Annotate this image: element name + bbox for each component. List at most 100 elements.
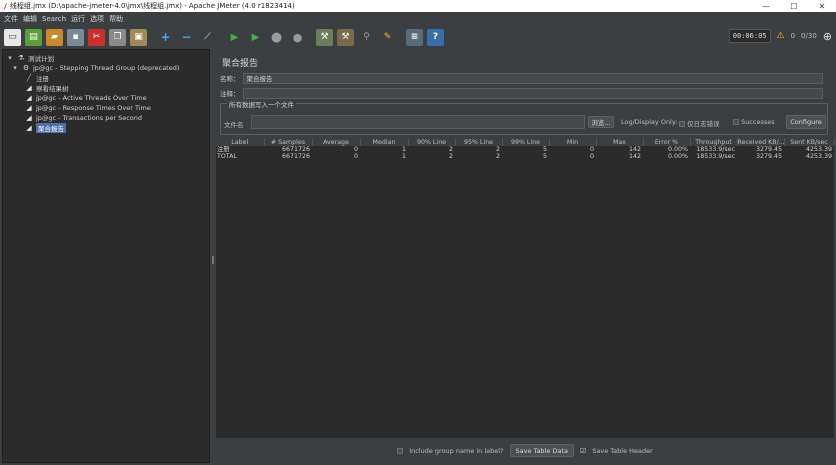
cell-throughput: 18533.9/sec bbox=[696, 153, 735, 160]
cell-received: 3279.45 bbox=[755, 153, 782, 160]
maximize-button[interactable]: ☐ bbox=[780, 2, 808, 11]
stop-icon[interactable]: ● bbox=[268, 28, 285, 46]
col-median[interactable]: Median bbox=[360, 138, 409, 146]
cut-icon[interactable]: ✂ bbox=[88, 28, 105, 46]
save-icon[interactable]: ▪ bbox=[67, 28, 84, 46]
cell-throughput: 18533.9/sec bbox=[696, 146, 735, 153]
col-95-line[interactable]: 95% Line bbox=[455, 138, 503, 146]
start-no-pauses-icon[interactable]: ▶ bbox=[247, 28, 264, 46]
table-actions-bar: Include group name in label? Save Table … bbox=[216, 438, 834, 463]
include-group-checkbox[interactable] bbox=[397, 447, 404, 454]
table-header-row: Label # Samples Average Median 90% Line … bbox=[216, 138, 835, 146]
clear-icon[interactable]: ⚒ bbox=[316, 28, 333, 46]
save-header-checkbox[interactable]: ☑ bbox=[580, 447, 586, 455]
menu-help[interactable]: 帮助 bbox=[109, 14, 123, 24]
copy-icon[interactable]: ❐ bbox=[109, 28, 126, 46]
window-titlebar: / 线程组.jmx (D:\apache-jmeter-4.0\jmx\线程组.… bbox=[0, 0, 836, 12]
cell-99-line: 5 bbox=[542, 153, 547, 160]
col-received[interactable]: Received KB/... bbox=[737, 138, 785, 146]
clear-all-icon[interactable]: ⚒ bbox=[337, 28, 354, 46]
errors-checkbox[interactable] bbox=[679, 121, 685, 127]
col-min[interactable]: Min bbox=[549, 138, 597, 146]
function-helper-icon[interactable]: ≡ bbox=[406, 28, 423, 46]
table-row[interactable]: TOTAL 6671726 0 1 2 2 5 0 142 0.00% 1853… bbox=[216, 153, 834, 160]
tree-item-response-times[interactable]: ◢ jp@gc - Response Times Over Time bbox=[25, 103, 151, 113]
listener-icon: ◢ bbox=[26, 124, 32, 132]
configure-button[interactable]: Configure bbox=[786, 115, 826, 129]
cell-average: 0 bbox=[353, 153, 358, 160]
search-icon[interactable]: ⚲ bbox=[358, 28, 375, 46]
tree-item-test-plan[interactable]: ▾ ⚗ 测试计划 bbox=[6, 53, 54, 63]
cell-max: 142 bbox=[628, 146, 641, 153]
new-icon[interactable]: ▭ bbox=[4, 28, 21, 46]
name-label: 名称： bbox=[220, 75, 240, 83]
cell-error: 0.00% bbox=[667, 153, 688, 160]
cell-average: 0 bbox=[353, 146, 358, 153]
listener-icon: ◢ bbox=[26, 114, 32, 122]
start-icon[interactable]: ▶ bbox=[226, 28, 243, 46]
successes-checkbox[interactable] bbox=[733, 119, 739, 125]
collapse-icon[interactable]: − bbox=[178, 28, 195, 46]
help-icon[interactable]: ? bbox=[427, 28, 444, 46]
expand-arrow-icon[interactable]: ▾ bbox=[11, 64, 19, 72]
tree-item-aggregate-report[interactable]: ◢ 聚合报告 bbox=[25, 123, 66, 133]
templates-icon[interactable]: ▤ bbox=[25, 28, 42, 46]
successes-option[interactable]: Successes bbox=[733, 118, 775, 126]
elapsed-timer: 00:06:05 bbox=[728, 29, 771, 43]
col-label[interactable]: Label bbox=[216, 138, 265, 146]
menu-run[interactable]: 运行 bbox=[71, 14, 85, 24]
filename-label: 文件名 bbox=[224, 121, 244, 129]
listener-icon: ◢ bbox=[26, 94, 32, 102]
tree-item-thread-group[interactable]: ▾ ⚙ jp@gc - Stepping Thread Group (depre… bbox=[11, 63, 179, 73]
errors-only-option[interactable]: 仅日志错误 bbox=[679, 118, 720, 128]
close-button[interactable]: ✕ bbox=[808, 2, 836, 11]
tree-item-results-tree[interactable]: ◢ 察看结果树 bbox=[25, 83, 68, 93]
cell-label: TOTAL bbox=[217, 153, 237, 160]
col-samples[interactable]: # Samples bbox=[264, 138, 313, 146]
reset-search-icon[interactable]: ✎ bbox=[379, 28, 396, 46]
comment-input[interactable] bbox=[242, 87, 823, 99]
menu-file[interactable]: 文件 bbox=[4, 14, 18, 24]
remote-start-icon[interactable]: ⊕ bbox=[823, 30, 832, 43]
divider-grip[interactable] bbox=[212, 256, 214, 264]
menu-options[interactable]: 选项 bbox=[90, 14, 104, 24]
sampler-icon: ╱ bbox=[26, 74, 32, 82]
tree-item-active-threads[interactable]: ◢ jp@gc - Active Threads Over Time bbox=[25, 93, 146, 103]
paste-icon[interactable]: ▣ bbox=[130, 28, 147, 46]
test-plan-icon: ⚗ bbox=[17, 54, 25, 62]
col-90-line[interactable]: 90% Line bbox=[408, 138, 456, 146]
menu-search[interactable]: Search bbox=[42, 15, 66, 23]
menu-edit[interactable]: 编辑 bbox=[23, 14, 37, 24]
log-display-label: Log/Display Only: bbox=[621, 118, 678, 126]
panel-title: 聚合报告 bbox=[222, 59, 259, 69]
warning-icon[interactable]: ⚠ bbox=[777, 31, 785, 41]
col-max[interactable]: Max bbox=[596, 138, 644, 146]
minimize-button[interactable]: — bbox=[752, 2, 780, 11]
shutdown-icon[interactable]: ● bbox=[289, 28, 306, 46]
cell-median: 1 bbox=[401, 146, 406, 153]
browse-button[interactable]: 浏览... bbox=[588, 116, 614, 128]
col-average[interactable]: Average bbox=[312, 138, 361, 146]
jmeter-feather-icon: / bbox=[4, 1, 7, 11]
expand-arrow-icon[interactable]: ▾ bbox=[6, 54, 14, 62]
toggle-icon[interactable]: ⟋ bbox=[199, 28, 216, 46]
save-table-data-button[interactable]: Save Table Data bbox=[509, 444, 574, 457]
expand-icon[interactable]: + bbox=[157, 28, 174, 46]
cell-samples: 6671726 bbox=[281, 146, 310, 153]
tree-item-tps[interactable]: ◢ jp@gc - Transactions per Second bbox=[25, 113, 142, 123]
filename-input[interactable] bbox=[251, 115, 585, 129]
cell-99-line: 5 bbox=[542, 146, 547, 153]
col-99-line[interactable]: 99% Line bbox=[502, 138, 550, 146]
cell-95-line: 2 bbox=[495, 153, 500, 160]
cell-median: 1 bbox=[401, 153, 406, 160]
name-input[interactable]: 聚合报告 bbox=[242, 72, 823, 84]
col-throughput[interactable]: Throughput bbox=[690, 138, 738, 146]
col-sent[interactable]: Sent KB/sec bbox=[784, 138, 835, 146]
results-table: Label # Samples Average Median 90% Line … bbox=[216, 138, 835, 438]
table-row[interactable]: 注册 6671726 0 1 2 2 5 0 142 0.00% 18533.9… bbox=[216, 146, 834, 153]
tree-item-sampler[interactable]: ╱ 注册 bbox=[25, 73, 49, 83]
cell-samples: 6671726 bbox=[281, 153, 310, 160]
open-icon[interactable]: ▰ bbox=[46, 28, 63, 46]
col-error[interactable]: Error % bbox=[643, 138, 691, 146]
cell-90-line: 2 bbox=[448, 146, 453, 153]
